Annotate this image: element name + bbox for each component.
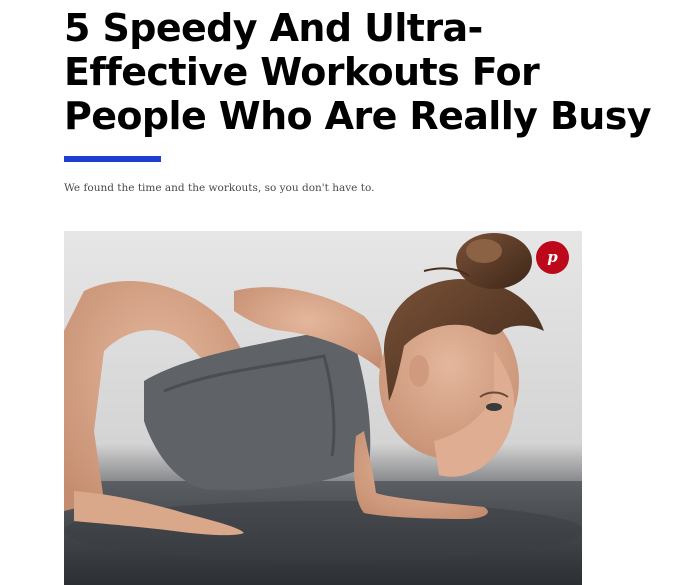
article-dek: We found the time and the workouts, so y… xyxy=(64,182,375,194)
hero-image xyxy=(64,231,582,585)
article-header: 5 Speedy And Ultra-Effective Workouts Fo… xyxy=(64,0,664,138)
hero-photo-illustration xyxy=(64,231,582,585)
accent-rule xyxy=(64,156,161,162)
article-headline: 5 Speedy And Ultra-Effective Workouts Fo… xyxy=(64,6,652,138)
pinterest-save-button[interactable]: p xyxy=(536,241,569,274)
pinterest-icon: p xyxy=(547,248,558,266)
